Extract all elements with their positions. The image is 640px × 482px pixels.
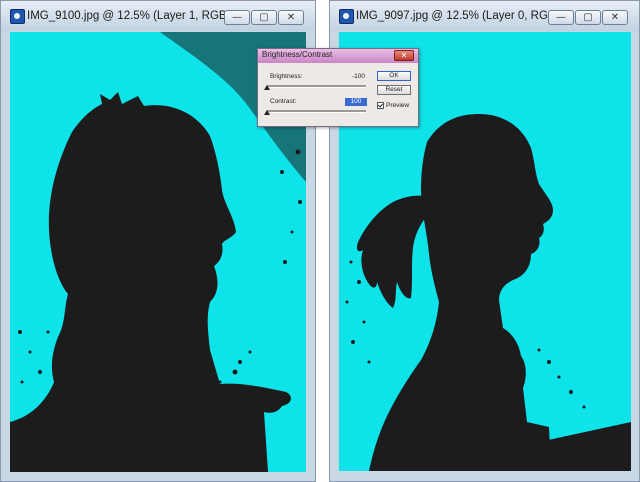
close-button[interactable]: ✕ — [602, 10, 628, 25]
photoshop-document-icon — [339, 9, 354, 24]
maximize-button[interactable]: ▢ — [251, 10, 277, 25]
ok-button[interactable]: OK — [377, 71, 411, 81]
window-titlebar[interactable]: IMG_9097.jpg @ 12.5% (Layer 0, RGB) — ▢ … — [330, 1, 639, 31]
photoshop-document-icon — [10, 9, 25, 24]
dialog-titlebar[interactable]: Brightness/Contrast ✕ — [258, 49, 418, 63]
contrast-slider-track[interactable] — [267, 110, 366, 113]
close-button[interactable]: ✕ — [278, 10, 304, 25]
minimize-button[interactable]: — — [224, 10, 250, 25]
dialog-title: Brightness/Contrast — [262, 50, 333, 59]
brightness-slider-track[interactable] — [267, 85, 366, 88]
dialog-close-button[interactable]: ✕ — [394, 50, 414, 61]
preview-label: Preview — [386, 102, 410, 109]
contrast-value-field[interactable]: 100 — [345, 98, 367, 106]
reset-button[interactable]: Reset — [377, 85, 411, 95]
maximize-button[interactable]: ▢ — [575, 10, 601, 25]
window-title: IMG_9097.jpg @ 12.5% (Layer 0, RGB) — [356, 10, 560, 22]
minimize-button[interactable]: — — [548, 10, 574, 25]
brightness-label: Brightness: — [270, 73, 303, 80]
preview-checkbox[interactable] — [377, 102, 384, 109]
window-title: IMG_9100.jpg @ 12.5% (Layer 1, RGB) — [27, 10, 231, 22]
brightness-value-field[interactable]: -100 — [343, 73, 365, 81]
brightness-slider-thumb[interactable] — [264, 85, 270, 90]
contrast-slider-thumb[interactable] — [264, 110, 270, 115]
brightness-contrast-dialog[interactable]: Brightness/Contrast ✕ Brightness: -100 C… — [257, 48, 419, 127]
window-titlebar[interactable]: IMG_9100.jpg @ 12.5% (Layer 1, RGB) — ▢ … — [1, 1, 315, 31]
contrast-label: Contrast: — [270, 98, 297, 105]
